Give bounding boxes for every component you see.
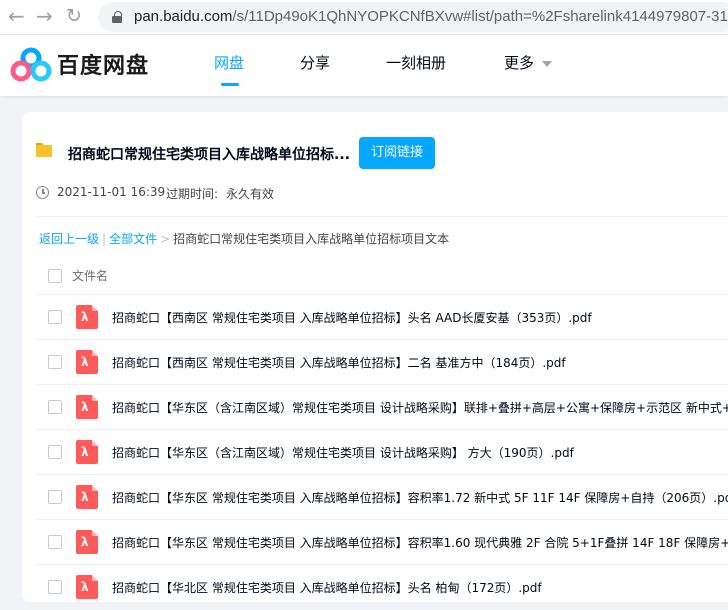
breadcrumb-all-files-link[interactable]: 全部文件 — [109, 232, 157, 246]
row-checkbox[interactable] — [48, 355, 62, 369]
baidu-netdisk-logo-icon[interactable] — [10, 47, 52, 83]
pdf-file-icon: λ — [76, 530, 98, 554]
chevron-down-icon[interactable] — [542, 61, 552, 67]
folder-icon — [36, 143, 52, 157]
file-list-header: 文件名 — [22, 258, 728, 294]
active-nav-indicator — [221, 83, 239, 86]
pdf-file-icon: λ — [76, 440, 98, 464]
row-checkbox[interactable] — [48, 400, 62, 414]
pdf-file-icon: λ — [76, 350, 98, 374]
file-row[interactable]: λ 招商蛇口【西南区 常规住宅类项目 入库战略单位招标】二名 基准方中（184页… — [36, 339, 728, 385]
nav-netdisk[interactable]: 网盘 — [214, 52, 244, 73]
share-title: 招商蛇口常规住宅类项目入库战略单位招标... — [68, 147, 350, 163]
share-date: 2021-11-01 16:39 — [57, 185, 166, 199]
forward-arrow-icon[interactable]: → — [36, 3, 53, 29]
share-panel: 招商蛇口常规住宅类项目入库战略单位招标... 订阅链接 2021-11-01 1… — [22, 112, 728, 602]
nav-photo-album[interactable]: 一刻相册 — [386, 52, 446, 73]
divider — [36, 216, 728, 217]
row-checkbox[interactable] — [48, 310, 62, 324]
url-path: /s/11Dp49oK1QhNYOPKCNfBXvw#list/path=%2F… — [232, 8, 728, 25]
file-name[interactable]: 招商蛇口【华北区 常规住宅类项目 入库战略单位招标】头名 柏甸（172页）.pd… — [112, 579, 542, 596]
row-checkbox[interactable] — [48, 445, 62, 459]
breadcrumb-separator: | — [102, 232, 107, 246]
file-name[interactable]: 招商蛇口【华东区 常规住宅类项目 入库战略单位招标】容积率1.60 现代典雅 2… — [112, 534, 728, 551]
nav-more[interactable]: 更多 — [504, 52, 534, 73]
file-name[interactable]: 招商蛇口【西南区 常规住宅类项目 入库战略单位招标】二名 基准方中（184页）.… — [112, 354, 566, 371]
file-row[interactable]: λ 招商蛇口【华东区（含江南区域）常规住宅类项目 设计战略采购】 方大（190页… — [36, 429, 728, 475]
file-row[interactable]: λ 招商蛇口【华东区 常规住宅类项目 入库战略单位招标】容积率1.60 现代典雅… — [36, 519, 728, 565]
select-all-checkbox[interactable] — [48, 269, 62, 283]
file-row[interactable]: λ 招商蛇口【西南区 常规住宅类项目 入库战略单位招标】头名 AAD长厦安基（3… — [36, 294, 728, 340]
row-checkbox[interactable] — [48, 490, 62, 504]
pdf-file-icon: λ — [76, 485, 98, 509]
browser-toolbar: ← → ↻ pan.baidu.com/s/11Dp49oK1QhNYOPKCN… — [0, 0, 728, 35]
breadcrumb-arrow: > — [160, 232, 171, 246]
back-arrow-icon[interactable]: ← — [8, 3, 25, 29]
address-bar[interactable]: pan.baidu.com/s/11Dp49oK1QhNYOPKCNfBXvw#… — [98, 2, 728, 32]
subscribe-link-button[interactable]: 订阅链接 — [359, 137, 435, 169]
file-name[interactable]: 招商蛇口【华东区 常规住宅类项目 入库战略单位招标】容积率1.72 新中式 5F… — [112, 489, 728, 506]
breadcrumb-current: 招商蛇口常规住宅类项目入库战略单位招标项目文本 — [173, 232, 450, 246]
nav-share[interactable]: 分享 — [300, 52, 330, 73]
url-host: pan.baidu.com — [134, 8, 233, 25]
breadcrumb: 返回上一级 | 全部文件 > 招商蛇口常规住宅类项目入库战略单位招标项目文本 — [39, 230, 449, 247]
file-name[interactable]: 招商蛇口【华东区（含江南区域）常规住宅类项目 设计战略采购】联排+叠拼+高层+公… — [112, 399, 728, 416]
file-row[interactable]: λ 招商蛇口【华东区（含江南区域）常规住宅类项目 设计战略采购】联排+叠拼+高层… — [36, 384, 728, 430]
reload-icon[interactable]: ↻ — [66, 3, 82, 29]
logo-text[interactable]: 百度网盘 — [57, 48, 149, 80]
row-checkbox[interactable] — [48, 535, 62, 549]
app-header: 百度网盘 网盘 分享 一刻相册 更多 — [0, 35, 728, 96]
row-checkbox[interactable] — [48, 580, 62, 594]
pdf-file-icon: λ — [76, 305, 98, 329]
url-text[interactable]: pan.baidu.com/s/11Dp49oK1QhNYOPKCNfBXvw#… — [134, 8, 728, 25]
expire-value: 永久有效 — [226, 187, 275, 201]
breadcrumb-back-link[interactable]: 返回上一级 — [39, 232, 99, 246]
clock-icon — [36, 186, 49, 199]
file-name[interactable]: 招商蛇口【华东区（含江南区域）常规住宅类项目 设计战略采购】 方大（190页）.… — [112, 444, 574, 461]
pdf-file-icon: λ — [76, 395, 98, 419]
column-filename[interactable]: 文件名 — [72, 267, 108, 284]
pdf-file-icon: λ — [76, 575, 98, 599]
file-name[interactable]: 招商蛇口【西南区 常规住宅类项目 入库战略单位招标】头名 AAD长厦安基（353… — [112, 309, 592, 326]
file-row[interactable]: λ 招商蛇口【华北区 常规住宅类项目 入库战略单位招标】头名 柏甸（172页）.… — [36, 564, 728, 610]
lock-icon — [112, 11, 122, 23]
file-row[interactable]: λ 招商蛇口【华东区 常规住宅类项目 入库战略单位招标】容积率1.72 新中式 … — [36, 474, 728, 520]
expire-label: 过期时间: — [166, 187, 219, 201]
